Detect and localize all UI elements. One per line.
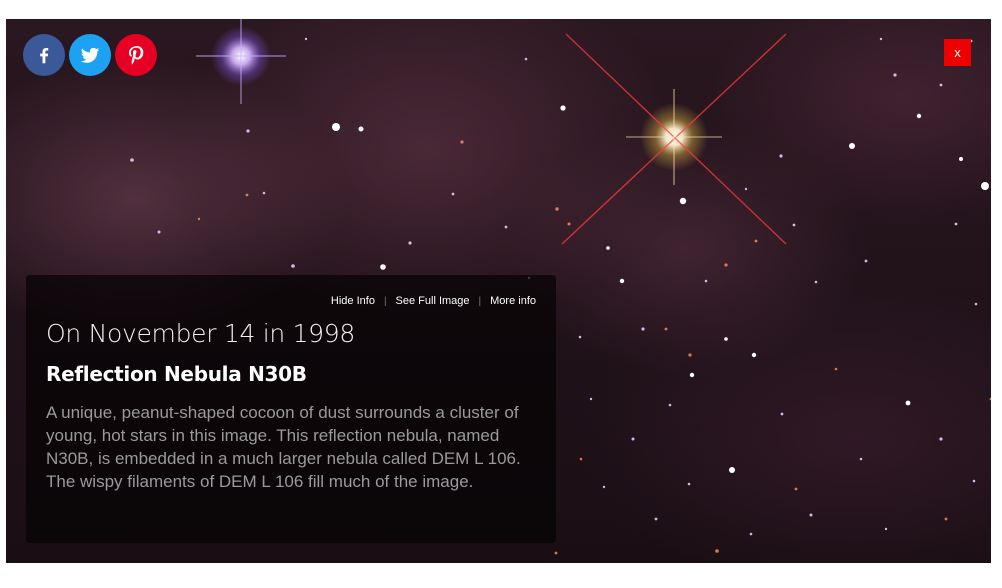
image-info-panel: Hide Info | See Full Image | More info O…	[26, 275, 556, 543]
date-heading: On November 14 in 1998	[46, 319, 355, 348]
social-share-bar	[23, 34, 157, 76]
pinterest-share-button[interactable]	[115, 34, 157, 76]
pinterest-icon	[128, 45, 144, 65]
more-info-link[interactable]: More info	[490, 295, 536, 307]
twitter-icon	[80, 47, 100, 63]
see-full-image-link[interactable]: See Full Image	[396, 295, 470, 307]
nebula-image: x Hide Info | See Full Image | More info…	[6, 19, 991, 563]
image-title: Reflection Nebula N30B	[46, 362, 307, 386]
panel-links: Hide Info | See Full Image | More info	[46, 293, 536, 309]
facebook-icon	[40, 47, 49, 64]
image-description: A unique, peanut-shaped cocoon of dust s…	[46, 403, 521, 491]
twitter-share-button[interactable]	[69, 34, 111, 76]
hide-info-link[interactable]: Hide Info	[331, 295, 375, 307]
link-separator: |	[383, 295, 387, 307]
facebook-share-button[interactable]	[23, 34, 65, 76]
close-button[interactable]: x	[944, 39, 971, 66]
link-separator: |	[478, 295, 482, 307]
